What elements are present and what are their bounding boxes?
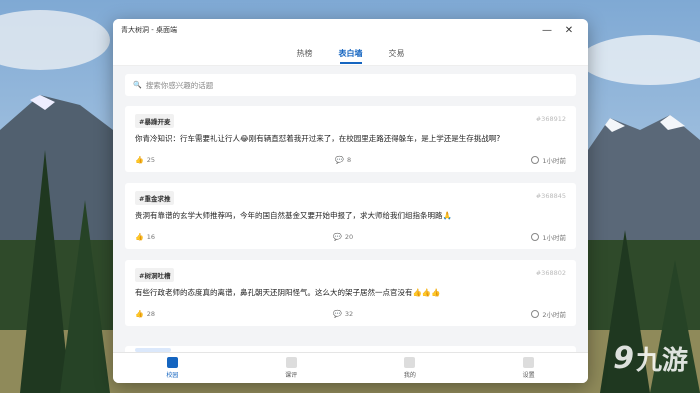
post-card[interactable]: #重金求推 #368845 贵洞有靠谱的玄学大师推荐吗，今年的国自然基金又要开始… <box>125 183 576 249</box>
like-count: 28 <box>146 310 155 318</box>
search-input[interactable]: 🔍 搜索你感兴趣的话题 <box>125 74 576 96</box>
comment-button[interactable]: 💬 20 <box>333 233 353 241</box>
course-review-icon <box>285 357 297 368</box>
clock-icon <box>531 156 540 164</box>
like-count: 16 <box>146 233 155 241</box>
post-time: 1小时前 <box>531 155 566 165</box>
tab-trade[interactable]: 交易 <box>387 42 407 65</box>
thumbs-up-icon: 👍 <box>135 156 144 164</box>
top-tabs: 热榜 表白墙 交易 <box>113 41 588 66</box>
post-text: 贵洞有靠谱的玄学大师推荐吗，今年的国自然基金又要开始申报了，求大师给我们组指条明… <box>135 211 452 220</box>
nav-profile[interactable]: 我的 <box>351 353 470 383</box>
post-id: #368845 <box>535 192 566 200</box>
feed: 🔍 搜索你感兴趣的话题 #暴躁开麦 #368912 你青冷知识：行车需要礼让行人… <box>125 74 576 337</box>
comment-icon: 💬 <box>333 310 342 318</box>
post-meta: 👍 28 💬 32 2小时前 <box>135 308 566 320</box>
nav-label: 课评 <box>285 372 298 379</box>
search-icon: 🔍 <box>133 81 142 89</box>
post-card[interactable]: #树洞吐槽 #368802 有些行政老师的态度真的离谱，鼻孔朝天还阴阳怪气。这么… <box>125 260 576 326</box>
nav-label: 校园 <box>166 372 179 379</box>
app-window: 青大树洞 - 桌面端 — ✕ 热榜 表白墙 交易 🔍 搜索你感兴趣的话题 #暴躁… <box>113 19 588 383</box>
watermark-logo: 9 九游 <box>613 340 688 377</box>
comment-count: 32 <box>344 310 354 318</box>
post-tag[interactable]: #树洞吐槽 <box>135 268 175 282</box>
like-button[interactable]: 👍 28 <box>135 310 155 318</box>
comment-icon: 💬 <box>333 233 342 241</box>
minimize-button[interactable]: — <box>536 25 558 36</box>
campus-icon <box>166 357 178 368</box>
comment-button[interactable]: 💬 8 <box>335 156 351 164</box>
tab-hot[interactable]: 热榜 <box>295 42 315 65</box>
post-id: #368912 <box>535 115 566 123</box>
comment-button[interactable]: 💬 32 <box>333 310 353 318</box>
watermark-text: 九游 <box>635 346 688 376</box>
post-meta: 👍 25 💬 8 1小时前 <box>135 154 566 166</box>
post-tag[interactable]: #重金求推 <box>135 191 175 205</box>
comment-icon: 💬 <box>335 156 344 164</box>
clock-icon <box>531 233 540 241</box>
comment-count: 8 <box>346 156 352 164</box>
post-text: 你青冷知识：行车需要礼让行人😂刚有辆直怼着我开过来了，在校园里走路还得躲车，是上… <box>135 134 501 143</box>
watermark-number: 9 <box>613 341 634 376</box>
time-text: 2小时前 <box>542 311 566 319</box>
nav-label: 我的 <box>403 372 416 379</box>
comment-count: 20 <box>344 233 354 241</box>
post-time: 1小时前 <box>531 232 566 242</box>
like-button[interactable]: 👍 25 <box>135 156 155 164</box>
nav-settings[interactable]: 设置 <box>469 353 588 383</box>
time-text: 1小时前 <box>542 234 566 242</box>
bottom-nav: 校园 课评 我的 设置 <box>113 352 588 383</box>
post-text: 有些行政老师的态度真的离谱，鼻孔朝天还阴阳怪气。这么大的架子居然一点官没有👍👍👍 <box>135 288 441 297</box>
close-button[interactable]: ✕ <box>558 25 580 36</box>
thumbs-up-icon: 👍 <box>135 310 144 318</box>
post-time: 2小时前 <box>531 309 566 319</box>
post-meta: 👍 16 💬 20 1小时前 <box>135 231 566 243</box>
time-text: 1小时前 <box>542 157 566 165</box>
search-placeholder: 搜索你感兴趣的话题 <box>145 80 214 90</box>
post-tag[interactable]: #暴躁开麦 <box>135 114 175 128</box>
settings-icon <box>523 357 535 368</box>
profile-icon <box>404 357 416 368</box>
thumbs-up-icon: 👍 <box>135 233 144 241</box>
title-bar: 青大树洞 - 桌面端 — ✕ <box>113 19 588 41</box>
nav-course-review[interactable]: 课评 <box>232 353 351 383</box>
post-id: #368802 <box>535 269 566 277</box>
like-count: 25 <box>146 156 155 164</box>
like-button[interactable]: 👍 16 <box>135 233 155 241</box>
post-card[interactable]: #暴躁开麦 #368912 你青冷知识：行车需要礼让行人😂刚有辆直怼着我开过来了… <box>125 106 576 172</box>
clock-icon <box>531 310 540 318</box>
nav-label: 设置 <box>522 372 535 379</box>
nav-campus[interactable]: 校园 <box>113 353 232 383</box>
tab-confession-wall[interactable]: 表白墙 <box>337 42 365 65</box>
window-title: 青大树洞 - 桌面端 <box>121 26 177 34</box>
